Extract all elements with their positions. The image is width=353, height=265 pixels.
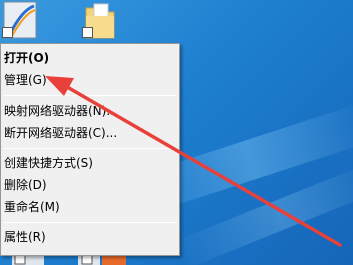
menu-item-rename[interactable]: 重命名(M)	[1, 196, 179, 218]
menu-item-open[interactable]: 打开(O)	[1, 47, 179, 69]
menu-separator	[3, 148, 177, 149]
menu-item-create-shortcut[interactable]: 创建快捷方式(S)	[1, 152, 179, 174]
menu-item-map-network-drive[interactable]: 映射网络驱动器(N)...	[1, 100, 179, 122]
menu-item-properties[interactable]: 属性(R)	[1, 226, 179, 248]
menu-item-manage[interactable]: 管理(G)	[1, 69, 179, 91]
menu-separator	[3, 95, 177, 96]
menu-item-disconnect-network-drive[interactable]: 断开网络驱动器(C)...	[1, 122, 179, 144]
folder-icon[interactable]	[80, 0, 120, 40]
shortcut-arrow-icon	[2, 27, 13, 38]
shortcut-arrow-icon	[82, 27, 93, 38]
menu-separator	[3, 222, 177, 223]
computer-icon[interactable]	[0, 0, 40, 40]
desktop-background: 打开(O) 管理(G) 映射网络驱动器(N)... 断开网络驱动器(C)... …	[0, 0, 353, 265]
menu-item-delete[interactable]: 删除(D)	[1, 174, 179, 196]
context-menu: 打开(O) 管理(G) 映射网络驱动器(N)... 断开网络驱动器(C)... …	[0, 43, 180, 256]
